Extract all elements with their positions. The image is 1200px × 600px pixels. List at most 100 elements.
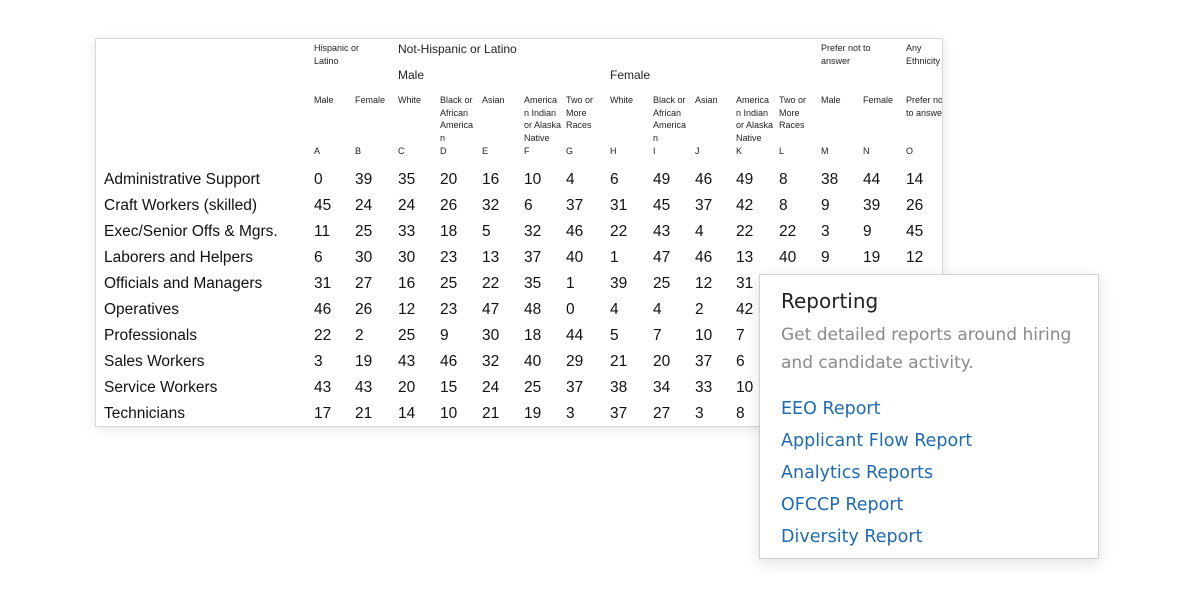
column-header: Male <box>314 95 334 105</box>
table-cell: 21 <box>355 405 373 422</box>
column-letter: G <box>566 146 574 156</box>
header-female: Female <box>610 68 651 82</box>
column-letter: A <box>314 146 321 156</box>
table-cell: 32 <box>524 223 542 240</box>
table-cell: 1 <box>566 275 575 292</box>
table-cell: 39 <box>863 197 881 214</box>
table-cell: 4 <box>566 171 575 188</box>
column-header: Prefer not to answer <box>906 95 943 118</box>
table-cell: 18 <box>440 223 458 240</box>
table-cell: 3 <box>695 405 704 422</box>
table-cell: 37 <box>524 249 542 266</box>
table-cell: 43 <box>398 353 416 370</box>
table-cell: 6 <box>524 197 533 214</box>
table-cell: 2 <box>355 327 364 344</box>
table-cell: 14 <box>906 171 924 188</box>
table-cell: 46 <box>314 301 332 318</box>
column-letter: B <box>355 146 362 156</box>
column-letter: N <box>863 146 870 156</box>
column-header: Two or More Races <box>566 95 594 130</box>
table-cell: 2 <box>695 301 704 318</box>
column-letter: E <box>482 146 489 156</box>
eeo-report-link[interactable]: EEO Report <box>781 393 1077 425</box>
table-cell: 23 <box>440 301 458 318</box>
table-cell: 26 <box>440 197 458 214</box>
table-cell: 0 <box>314 171 323 188</box>
table-cell: 37 <box>695 353 713 370</box>
table-cell: 16 <box>398 275 416 292</box>
column-letter: D <box>440 146 447 156</box>
table-cell: 40 <box>524 353 542 370</box>
table-cell: 46 <box>695 171 713 188</box>
row-label: Technicians <box>104 405 185 422</box>
table-cell: 21 <box>610 353 628 370</box>
reporting-card: Reporting Get detailed reports around hi… <box>759 274 1099 559</box>
table-cell: 27 <box>653 405 671 422</box>
table-cell: 44 <box>566 327 584 344</box>
table-cell: 30 <box>482 327 500 344</box>
table-cell: 12 <box>906 249 924 266</box>
applicant-flow-report-link[interactable]: Applicant Flow Report <box>781 425 1077 457</box>
column-letter: H <box>610 146 617 156</box>
table-cell: 10 <box>695 327 713 344</box>
table-cell: 3 <box>821 223 830 240</box>
header-any-ethnicity: Any Ethnicity <box>906 43 941 66</box>
row-label: Officials and Managers <box>104 275 263 292</box>
analytics-reports-link[interactable]: Analytics Reports <box>781 457 1077 489</box>
row-label: Operatives <box>104 301 179 318</box>
table-cell: 22 <box>482 275 500 292</box>
table-cell: 35 <box>524 275 542 292</box>
table-cell: 20 <box>398 379 416 396</box>
table-cell: 1 <box>610 249 619 266</box>
table-cell: 37 <box>610 405 628 422</box>
table-cell: 19 <box>863 249 881 266</box>
table-cell: 38 <box>610 379 628 396</box>
table-cell: 48 <box>524 301 542 318</box>
row-label: Service Workers <box>104 379 218 396</box>
table-cell: 4 <box>610 301 619 318</box>
table-cell: 6 <box>314 249 323 266</box>
table-cell: 31 <box>610 197 628 214</box>
table-cell: 45 <box>653 197 671 214</box>
reporting-title: Reporting <box>781 289 879 313</box>
table-cell: 12 <box>695 275 713 292</box>
table-cell: 46 <box>440 353 458 370</box>
table-cell: 45 <box>906 223 924 240</box>
table-cell: 3 <box>314 353 323 370</box>
table-cell: 25 <box>653 275 671 292</box>
table-cell: 8 <box>779 171 788 188</box>
ofccp-report-link[interactable]: OFCCP Report <box>781 489 1077 521</box>
table-cell: 32 <box>482 353 500 370</box>
table-cell: 42 <box>736 301 754 318</box>
table-cell: 17 <box>314 405 332 422</box>
table-cell: 30 <box>398 249 416 266</box>
column-header: Female <box>355 95 386 105</box>
table-cell: 43 <box>355 379 373 396</box>
table-cell: 15 <box>440 379 458 396</box>
table-cell: 25 <box>398 327 416 344</box>
table-cell: 37 <box>566 379 584 396</box>
table-cell: 29 <box>566 353 584 370</box>
table-cell: 12 <box>398 301 416 318</box>
table-cell: 9 <box>863 223 872 240</box>
diversity-report-link[interactable]: Diversity Report <box>781 521 1077 553</box>
table-cell: 47 <box>653 249 671 266</box>
header-not-hispanic: Not-Hispanic or Latino <box>398 42 517 56</box>
column-header: Asian <box>695 95 718 105</box>
table-cell: 35 <box>398 171 416 188</box>
table-cell: 24 <box>355 197 373 214</box>
table-cell: 9 <box>821 197 830 214</box>
row-label: Professionals <box>104 327 198 344</box>
table-cell: 8 <box>736 405 745 422</box>
table-cell: 20 <box>653 353 671 370</box>
table-cell: 37 <box>566 197 584 214</box>
table-cell: 33 <box>398 223 416 240</box>
column-header: Black or African America n <box>440 95 474 143</box>
table-cell: 10 <box>524 171 542 188</box>
column-header: Female <box>863 95 894 105</box>
table-cell: 8 <box>779 197 788 214</box>
table-cell: 33 <box>695 379 713 396</box>
row-label: Laborers and Helpers <box>104 249 254 266</box>
table-cell: 5 <box>610 327 619 344</box>
table-cell: 31 <box>314 275 332 292</box>
